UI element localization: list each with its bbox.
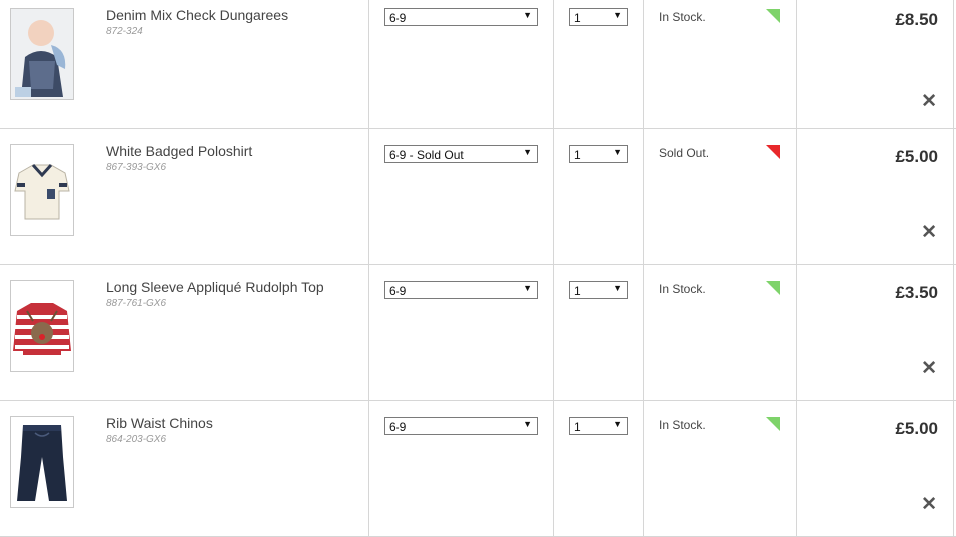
size-value: 6-9 [389, 420, 407, 434]
product-code: 872-324 [106, 26, 143, 37]
column-divider [643, 129, 644, 264]
column-divider [953, 265, 954, 400]
table-row: Rib Waist Chinos 864-203-GX6 6-9 ▼ 1 ▼ In … [0, 401, 956, 537]
quantity-value: 1 [574, 148, 581, 162]
column-divider [368, 265, 369, 400]
column-divider [368, 0, 369, 128]
column-divider [796, 0, 797, 128]
size-value: 6-9 [389, 11, 407, 25]
stock-flag-icon [766, 417, 780, 431]
size-select[interactable]: 6-9 - Sold Out ▼ [384, 145, 538, 163]
remove-item-button[interactable]: ✕ [921, 223, 937, 242]
size-select[interactable]: 6-9 ▼ [384, 417, 538, 435]
column-divider [796, 129, 797, 264]
dropdown-arrow-icon: ▼ [613, 283, 622, 293]
close-icon: ✕ [921, 358, 937, 379]
table-row: Denim Mix Check Dungarees 872-324 6-9 ▼ 1… [0, 0, 956, 129]
quantity-select[interactable]: 1 ▼ [569, 417, 628, 435]
stock-status: Sold Out. [659, 146, 710, 160]
product-image-poloshirt[interactable] [10, 144, 74, 236]
quantity-select[interactable]: 1 ▼ [569, 281, 628, 299]
quantity-select[interactable]: 1 ▼ [569, 145, 628, 163]
column-divider [953, 401, 954, 536]
stock-status: In Stock. [659, 282, 706, 296]
column-divider [553, 265, 554, 400]
product-title[interactable]: Long Sleeve Appliqué Rudolph Top [106, 279, 324, 295]
size-value: 6-9 - Sold Out [389, 148, 464, 162]
size-value: 6-9 [389, 284, 407, 298]
close-icon: ✕ [921, 222, 937, 243]
dropdown-arrow-icon: ▼ [613, 147, 622, 157]
stock-status: In Stock. [659, 10, 706, 24]
close-icon: ✕ [921, 494, 937, 515]
product-code: 864-203-GX6 [106, 434, 167, 445]
column-divider [643, 0, 644, 128]
product-code: 867-393-GX6 [106, 162, 167, 173]
close-icon: ✕ [921, 91, 937, 112]
item-price: £5.00 [895, 147, 938, 166]
column-divider [368, 401, 369, 536]
column-divider [643, 265, 644, 400]
dropdown-arrow-icon: ▼ [523, 147, 532, 157]
dropdown-arrow-icon: ▼ [523, 283, 532, 293]
dropdown-arrow-icon: ▼ [523, 10, 532, 20]
quantity-value: 1 [574, 284, 581, 298]
table-row: White Badged Poloshirt 867-393-GX6 6-9 -… [0, 129, 956, 265]
quantity-select[interactable]: 1 ▼ [569, 8, 628, 26]
table-row: Long Sleeve Appliqué Rudolph Top 887-761… [0, 265, 956, 401]
stock-flag-icon [766, 9, 780, 23]
column-divider [553, 401, 554, 536]
product-title[interactable]: White Badged Poloshirt [106, 143, 252, 159]
product-image-chinos[interactable] [10, 416, 74, 508]
item-price: £5.00 [895, 419, 938, 438]
dropdown-arrow-icon: ▼ [613, 419, 622, 429]
remove-item-button[interactable]: ✕ [921, 92, 937, 111]
remove-item-button[interactable]: ✕ [921, 495, 937, 514]
column-divider [953, 0, 954, 128]
dropdown-arrow-icon: ▼ [523, 419, 532, 429]
item-price: £8.50 [895, 10, 938, 29]
remove-item-button[interactable]: ✕ [921, 359, 937, 378]
column-divider [368, 129, 369, 264]
column-divider [643, 401, 644, 536]
product-title[interactable]: Denim Mix Check Dungarees [106, 7, 288, 23]
column-divider [953, 129, 954, 264]
column-divider [553, 0, 554, 128]
basket-table: Denim Mix Check Dungarees 872-324 6-9 ▼ 1… [0, 0, 956, 537]
item-price: £3.50 [895, 283, 938, 302]
size-select[interactable]: 6-9 ▼ [384, 8, 538, 26]
stock-flag-icon [766, 281, 780, 295]
column-divider [553, 129, 554, 264]
quantity-value: 1 [574, 11, 581, 25]
column-divider [796, 401, 797, 536]
dropdown-arrow-icon: ▼ [613, 10, 622, 20]
stock-flag-icon [766, 145, 780, 159]
product-image-rudolph-top[interactable] [10, 280, 74, 372]
product-title[interactable]: Rib Waist Chinos [106, 415, 213, 431]
product-code: 887-761-GX6 [106, 298, 167, 309]
column-divider [796, 265, 797, 400]
size-select[interactable]: 6-9 ▼ [384, 281, 538, 299]
product-image-dungarees[interactable] [10, 8, 74, 100]
quantity-value: 1 [574, 420, 581, 434]
stock-status: In Stock. [659, 418, 706, 432]
